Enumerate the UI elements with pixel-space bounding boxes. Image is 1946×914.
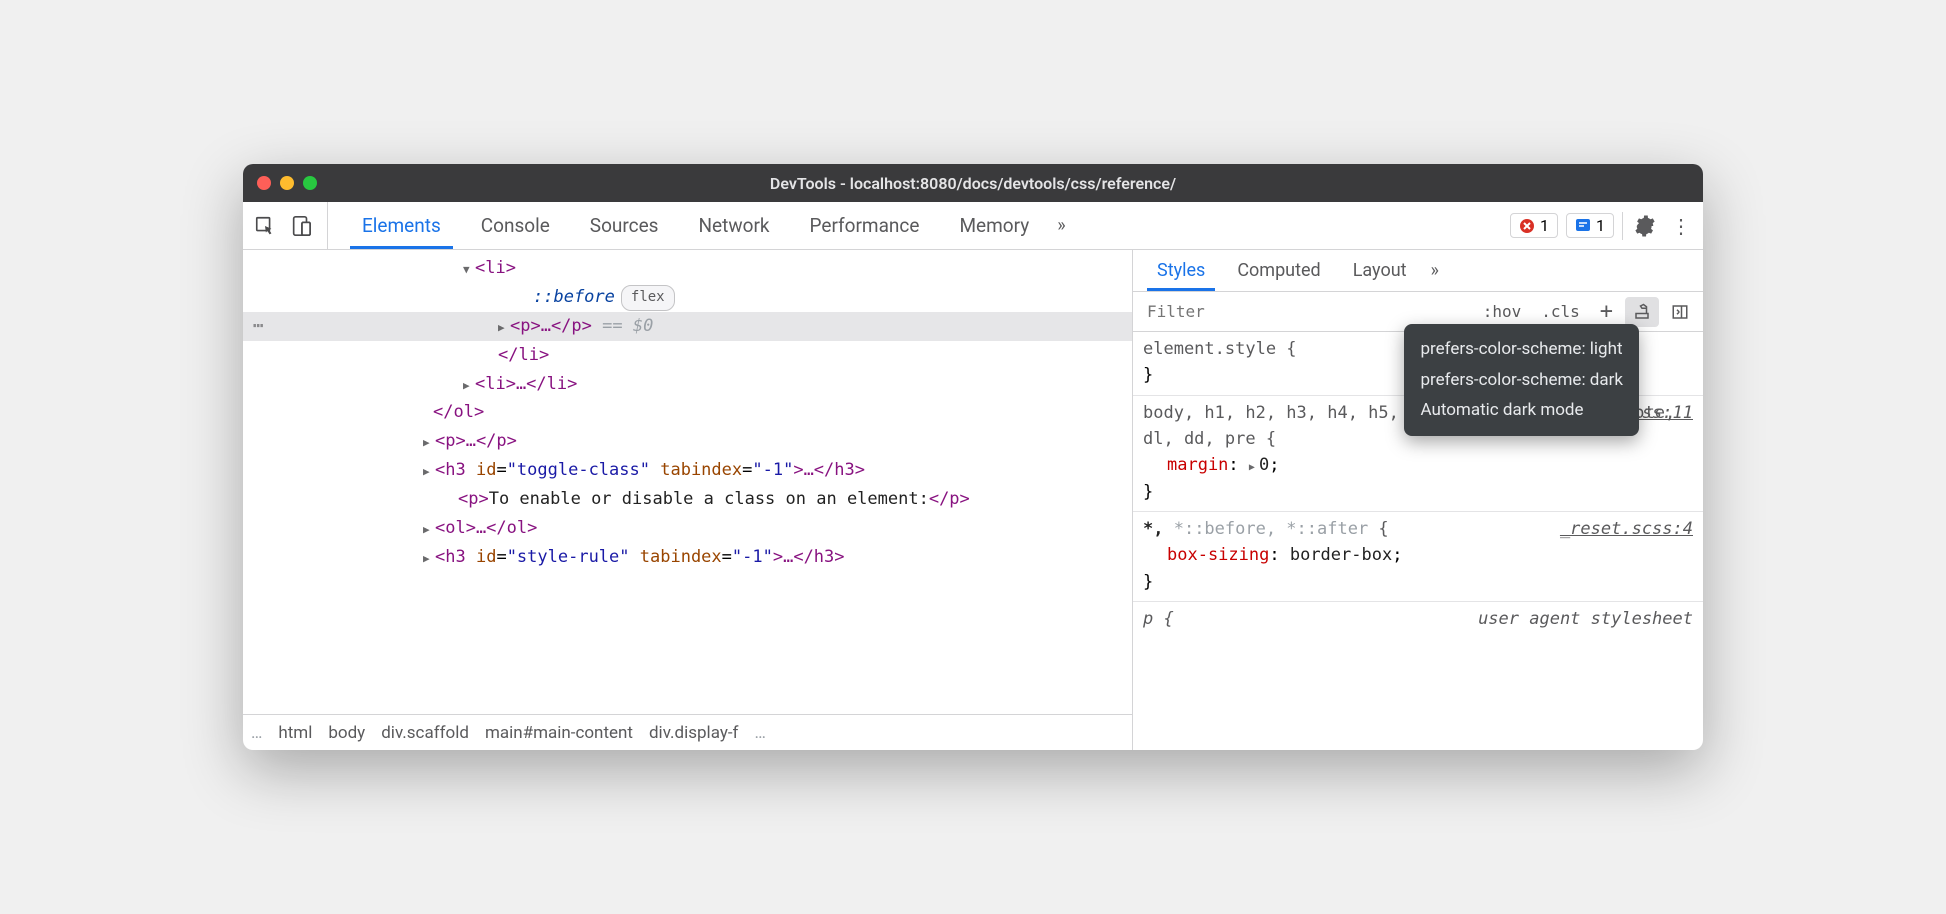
cls-toggle-button[interactable]: .cls bbox=[1533, 299, 1588, 324]
dom-tree[interactable]: <li> ::before flex <p>…</p> == $0 </li> <… bbox=[243, 250, 1132, 714]
dom-selected-row[interactable]: <p>…</p> == $0 bbox=[243, 312, 1132, 341]
dom-tag[interactable]: <h3 bbox=[435, 460, 476, 480]
css-property[interactable]: box-sizing bbox=[1167, 545, 1269, 565]
styles-filter-input[interactable] bbox=[1139, 298, 1471, 325]
issue-badge[interactable]: 1 bbox=[1566, 213, 1614, 238]
main-toolbar: Elements Console Sources Network Perform… bbox=[243, 202, 1703, 250]
more-styles-tabs-icon[interactable]: » bbox=[1423, 260, 1447, 281]
dom-tag: </p> bbox=[929, 489, 970, 509]
dom-pseudo[interactable]: ::before bbox=[533, 287, 615, 307]
content-area: <li> ::beforeflex <p>…</p> == $0 </li> <… bbox=[243, 250, 1703, 750]
rule-source-link[interactable]: _reset.scss:4 bbox=[1560, 516, 1693, 542]
kebab-menu-icon[interactable]: ⋮ bbox=[1667, 212, 1695, 240]
expand-tri-icon[interactable] bbox=[423, 427, 435, 456]
main-tabs: Elements Console Sources Network Perform… bbox=[332, 202, 1496, 249]
dom-tag: <p>…</p> bbox=[510, 316, 592, 336]
css-value[interactable]: 0 bbox=[1259, 455, 1269, 475]
css-rule[interactable]: _reset.scss:4 *, *::before, *::after { b… bbox=[1133, 512, 1703, 602]
breadcrumb-item[interactable]: main#main-content bbox=[485, 723, 633, 743]
error-count: 1 bbox=[1540, 216, 1549, 235]
breadcrumb-overflow-left[interactable]: … bbox=[251, 723, 262, 743]
breadcrumb-overflow-right[interactable]: … bbox=[754, 723, 765, 743]
css-value[interactable]: border-box bbox=[1290, 545, 1392, 565]
error-badge[interactable]: 1 bbox=[1510, 213, 1558, 238]
dom-tag: <li> bbox=[475, 258, 516, 278]
css-property[interactable]: margin bbox=[1167, 455, 1228, 475]
divider bbox=[1622, 212, 1623, 240]
traffic-lights bbox=[257, 176, 317, 190]
tab-console[interactable]: Console bbox=[461, 202, 570, 249]
window-title: DevTools - localhost:8080/docs/devtools/… bbox=[770, 174, 1176, 193]
computed-sidebar-toggle-icon[interactable] bbox=[1663, 297, 1697, 327]
styles-panel: Styles Computed Layout » :hov .cls + bbox=[1133, 250, 1703, 750]
device-toggle-icon[interactable] bbox=[287, 212, 315, 240]
devtools-window: DevTools - localhost:8080/docs/devtools/… bbox=[243, 164, 1703, 750]
tab-network[interactable]: Network bbox=[678, 202, 789, 249]
rule-source-label: user agent stylesheet bbox=[1478, 606, 1693, 632]
dom-text: To enable or disable a class on an eleme… bbox=[489, 489, 929, 509]
styles-tabs: Styles Computed Layout » bbox=[1133, 250, 1703, 292]
rule-close: } bbox=[1143, 569, 1693, 595]
dom-tag: <p> bbox=[458, 489, 489, 509]
tab-sources[interactable]: Sources bbox=[570, 202, 679, 249]
dom-tag[interactable]: <ol>…</ol> bbox=[435, 518, 537, 538]
breadcrumb-item[interactable]: html bbox=[278, 723, 312, 743]
rule-close: } bbox=[1143, 479, 1693, 505]
new-style-rule-button[interactable]: + bbox=[1592, 296, 1621, 327]
tab-performance[interactable]: Performance bbox=[790, 202, 940, 249]
menu-item-auto-dark[interactable]: Automatic dark mode bbox=[1420, 395, 1623, 426]
css-rule[interactable]: user agent stylesheet p { bbox=[1133, 602, 1703, 638]
console-ref-hint: == $0 bbox=[592, 316, 653, 336]
expand-tri-icon[interactable] bbox=[423, 543, 435, 572]
color-scheme-menu: prefers-color-scheme: light prefers-colo… bbox=[1404, 324, 1639, 436]
menu-item-light[interactable]: prefers-color-scheme: light bbox=[1420, 334, 1623, 365]
styles-tab-layout[interactable]: Layout bbox=[1337, 250, 1423, 291]
dom-tag[interactable]: <li>…</li> bbox=[475, 374, 577, 394]
flex-badge[interactable]: flex bbox=[621, 285, 675, 311]
styles-tab-styles[interactable]: Styles bbox=[1141, 250, 1221, 291]
maximize-window-button[interactable] bbox=[303, 176, 317, 190]
inspect-element-icon[interactable] bbox=[251, 212, 279, 240]
expand-tri-icon[interactable] bbox=[423, 456, 435, 485]
dom-tag: </li> bbox=[498, 345, 549, 365]
breadcrumb-item[interactable]: div.scaffold bbox=[381, 723, 469, 743]
issue-count: 1 bbox=[1596, 216, 1605, 235]
dom-tag: </ol> bbox=[433, 402, 484, 422]
tab-elements[interactable]: Elements bbox=[342, 202, 461, 249]
more-tabs-chevron-icon[interactable]: » bbox=[1049, 215, 1073, 236]
hov-toggle-button[interactable]: :hov bbox=[1475, 299, 1530, 324]
breadcrumb-item[interactable]: body bbox=[328, 723, 365, 743]
breadcrumb-item[interactable]: div.display-f bbox=[649, 723, 739, 743]
breadcrumbs: … html body div.scaffold main#main-conte… bbox=[243, 714, 1132, 750]
minimize-window-button[interactable] bbox=[280, 176, 294, 190]
expand-tri-icon[interactable] bbox=[463, 254, 475, 283]
dom-tag[interactable]: <p>…</p> bbox=[435, 431, 517, 451]
expand-tri-icon[interactable] bbox=[463, 370, 475, 399]
tab-memory[interactable]: Memory bbox=[939, 202, 1049, 249]
rendering-emulations-icon[interactable] bbox=[1625, 297, 1659, 327]
dom-tag[interactable]: <h3 bbox=[435, 547, 476, 567]
shorthand-expand-icon[interactable]: ▶ bbox=[1249, 462, 1255, 473]
titlebar: DevTools - localhost:8080/docs/devtools/… bbox=[243, 164, 1703, 202]
expand-tri-icon[interactable] bbox=[498, 312, 510, 341]
expand-tri-icon[interactable] bbox=[423, 514, 435, 543]
menu-item-dark[interactable]: prefers-color-scheme: dark bbox=[1420, 365, 1623, 396]
close-window-button[interactable] bbox=[257, 176, 271, 190]
settings-gear-icon[interactable] bbox=[1631, 212, 1659, 240]
styles-tab-computed[interactable]: Computed bbox=[1221, 250, 1336, 291]
elements-panel: <li> ::beforeflex <p>…</p> == $0 </li> <… bbox=[243, 250, 1133, 750]
